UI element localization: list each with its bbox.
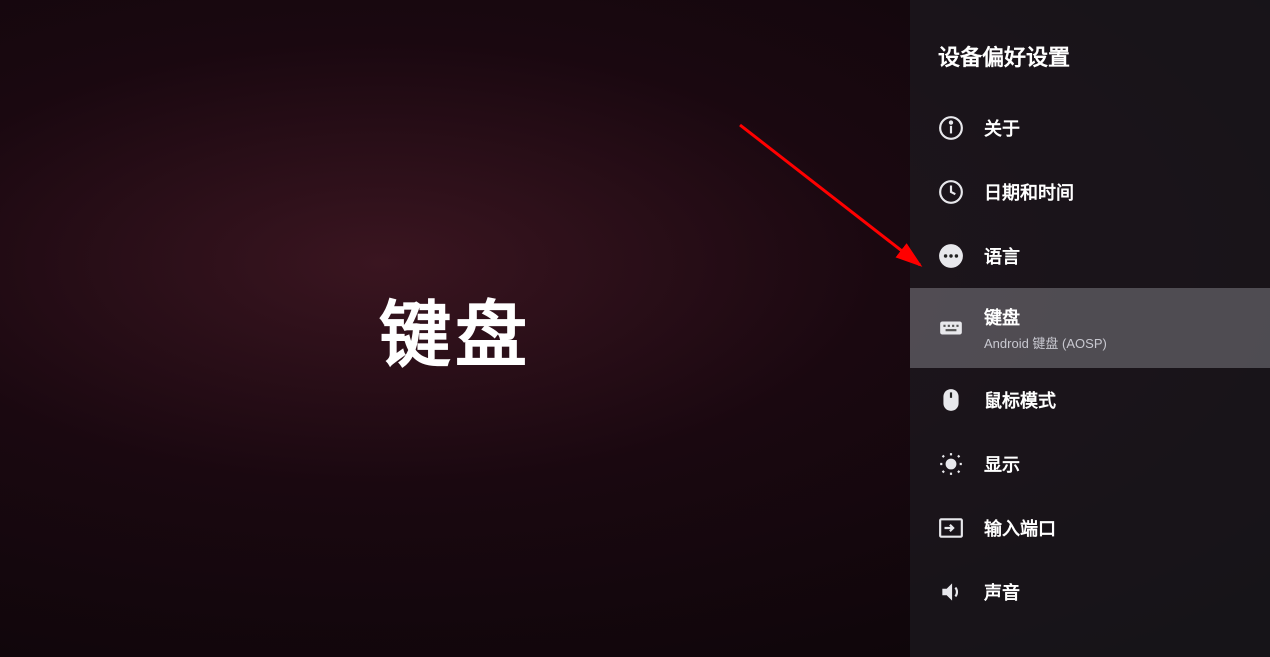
menu-text: 鼠标模式 — [984, 387, 1056, 413]
menu-item-datetime[interactable]: 日期和时间 — [910, 160, 1270, 224]
menu-label: 声音 — [984, 579, 1020, 605]
menu-item-input[interactable]: 输入端口 — [910, 496, 1270, 560]
menu-item-keyboard[interactable]: 键盘 Android 键盘 (AOSP) — [910, 288, 1270, 368]
brightness-icon — [938, 451, 964, 477]
menu-item-language[interactable]: 语言 — [910, 224, 1270, 288]
menu-text: 日期和时间 — [984, 179, 1074, 205]
menu-item-sound[interactable]: 声音 — [910, 560, 1270, 624]
info-icon — [938, 115, 964, 141]
sound-icon — [938, 579, 964, 605]
menu-label: 日期和时间 — [984, 179, 1074, 205]
menu-label: 键盘 — [984, 304, 1107, 330]
menu-text: 显示 — [984, 451, 1020, 477]
main-content: 键盘 — [0, 0, 910, 657]
menu-text: 语言 — [984, 243, 1020, 269]
menu-item-display[interactable]: 显示 — [910, 432, 1270, 496]
clock-icon — [938, 179, 964, 205]
input-icon — [938, 515, 964, 541]
menu-label: 显示 — [984, 451, 1020, 477]
menu-label: 鼠标模式 — [984, 387, 1056, 413]
page-title: 键盘 — [379, 276, 531, 381]
menu-label: 语言 — [984, 243, 1020, 269]
menu-text: 关于 — [984, 115, 1020, 141]
menu-text: 声音 — [984, 579, 1020, 605]
settings-sidebar: 设备偏好设置 关于 日期和时间 — [910, 0, 1270, 657]
menu-text: 键盘 Android 键盘 (AOSP) — [984, 304, 1107, 352]
menu-item-about[interactable]: 关于 — [910, 96, 1270, 160]
mouse-icon — [938, 387, 964, 413]
sidebar-header: 设备偏好设置 — [910, 40, 1270, 96]
menu-item-mouse[interactable]: 鼠标模式 — [910, 368, 1270, 432]
menu-text: 输入端口 — [984, 515, 1056, 541]
keyboard-icon — [938, 315, 964, 341]
menu-label: 关于 — [984, 115, 1020, 141]
menu-sublabel: Android 键盘 (AOSP) — [984, 333, 1107, 352]
menu-label: 输入端口 — [984, 515, 1056, 541]
dots-icon — [938, 243, 964, 269]
